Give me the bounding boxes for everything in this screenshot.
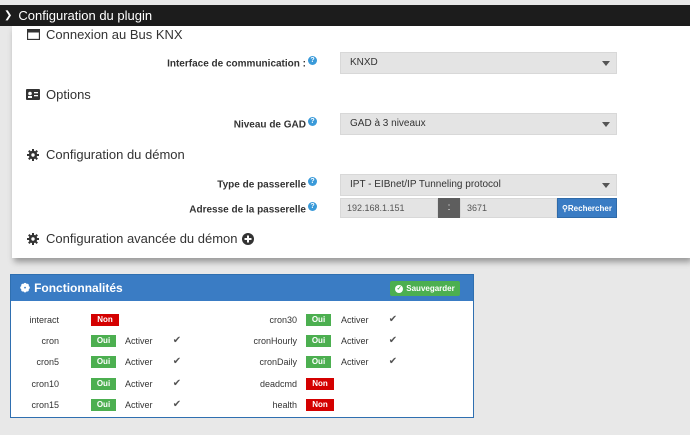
gateway-type-select[interactable]: IPT - EIBnet/IP Tunneling protocol: [340, 174, 617, 196]
section-knx-title: Connexion au Bus KNX: [46, 27, 183, 42]
window-title: Configuration du plugin: [18, 8, 153, 23]
feature-status-badge: Non: [306, 399, 334, 411]
feature-row-health: health Non: [11, 398, 475, 412]
id-card-icon: [26, 88, 40, 102]
dropdown-caret-icon: [602, 183, 610, 188]
features-title: Fonctionnalités: [34, 281, 123, 295]
activate-label: Activer: [341, 315, 369, 325]
features-panel: ❁ Fonctionnalités ✓ Sauvegarder interact…: [10, 274, 474, 418]
feature-status-badge: Oui: [306, 335, 331, 347]
feature-row-cronDaily: cronDaily Oui Activer ✔: [11, 355, 475, 369]
feature-row-cron30: cron30 Oui Activer ✔: [11, 313, 475, 327]
gad-select[interactable]: GAD à 3 niveaux: [340, 113, 617, 135]
feature-row-cronHourly: cronHourly Oui Activer ✔: [11, 334, 475, 348]
save-button[interactable]: ✓ Sauvegarder: [390, 281, 460, 296]
bus-icon: [26, 28, 40, 42]
search-button[interactable]: ⚲Rechercher: [557, 198, 617, 218]
chevron-right-icon[interactable]: ❯: [4, 10, 12, 21]
feature-name: cron30: [269, 315, 297, 325]
interface-label: Interface de communication :?: [162, 56, 317, 69]
plugin-config-panel: Connexion au Bus KNX Interface de commun…: [12, 26, 690, 258]
activate-checkbox[interactable]: ✔: [387, 335, 399, 347]
feature-name: cronHourly: [253, 336, 297, 346]
ip-port-separator: :: [438, 198, 460, 218]
section-advanced-header[interactable]: Configuration avancée du démon: [26, 231, 254, 246]
help-icon[interactable]: ?: [308, 202, 317, 211]
feature-status-badge: Non: [306, 378, 334, 390]
feature-name: health: [272, 400, 297, 410]
window-titlebar: ❯ Configuration du plugin: [0, 5, 690, 26]
check-circle-icon: ✓: [395, 284, 404, 293]
section-options-title: Options: [46, 87, 91, 102]
section-options-header: Options: [26, 87, 91, 102]
gateway-port-input[interactable]: 3671: [460, 198, 557, 218]
gateway-address-label: Adresse de la passerelle?: [162, 202, 317, 215]
section-daemon-header: Configuration du démon: [26, 147, 185, 162]
feature-status-badge: Oui: [306, 314, 331, 326]
feature-row-deadcmd: deadcmd Non: [11, 377, 475, 391]
features-header: ❁ Fonctionnalités ✓ Sauvegarder: [11, 275, 473, 301]
gear-icon: [26, 148, 40, 162]
gateway-ip-input[interactable]: 192.168.1.151: [340, 198, 438, 218]
feature-status-badge: Oui: [306, 356, 331, 368]
feature-name: cronDaily: [259, 357, 297, 367]
section-daemon-title: Configuration du démon: [46, 147, 185, 162]
activate-label: Activer: [341, 336, 369, 346]
plus-circle-icon[interactable]: [241, 232, 254, 245]
help-icon[interactable]: ?: [308, 117, 317, 126]
dropdown-caret-icon: [602, 61, 610, 66]
section-advanced-title: Configuration avancée du démon: [46, 231, 238, 246]
puzzle-icon: ❁: [20, 281, 31, 295]
gear-icon: [26, 232, 40, 246]
gateway-type-label: Type de passerelle?: [162, 177, 317, 190]
dropdown-caret-icon: [602, 122, 610, 127]
feature-name: deadcmd: [259, 379, 297, 389]
section-knx-header: Connexion au Bus KNX: [26, 27, 183, 42]
gad-label: Niveau de GAD?: [162, 117, 317, 130]
activate-checkbox[interactable]: ✔: [387, 356, 399, 368]
help-icon[interactable]: ?: [308, 177, 317, 186]
interface-select[interactable]: KNXD: [340, 52, 617, 74]
activate-label: Activer: [341, 357, 369, 367]
activate-checkbox[interactable]: ✔: [387, 314, 399, 326]
help-icon[interactable]: ?: [308, 56, 317, 65]
